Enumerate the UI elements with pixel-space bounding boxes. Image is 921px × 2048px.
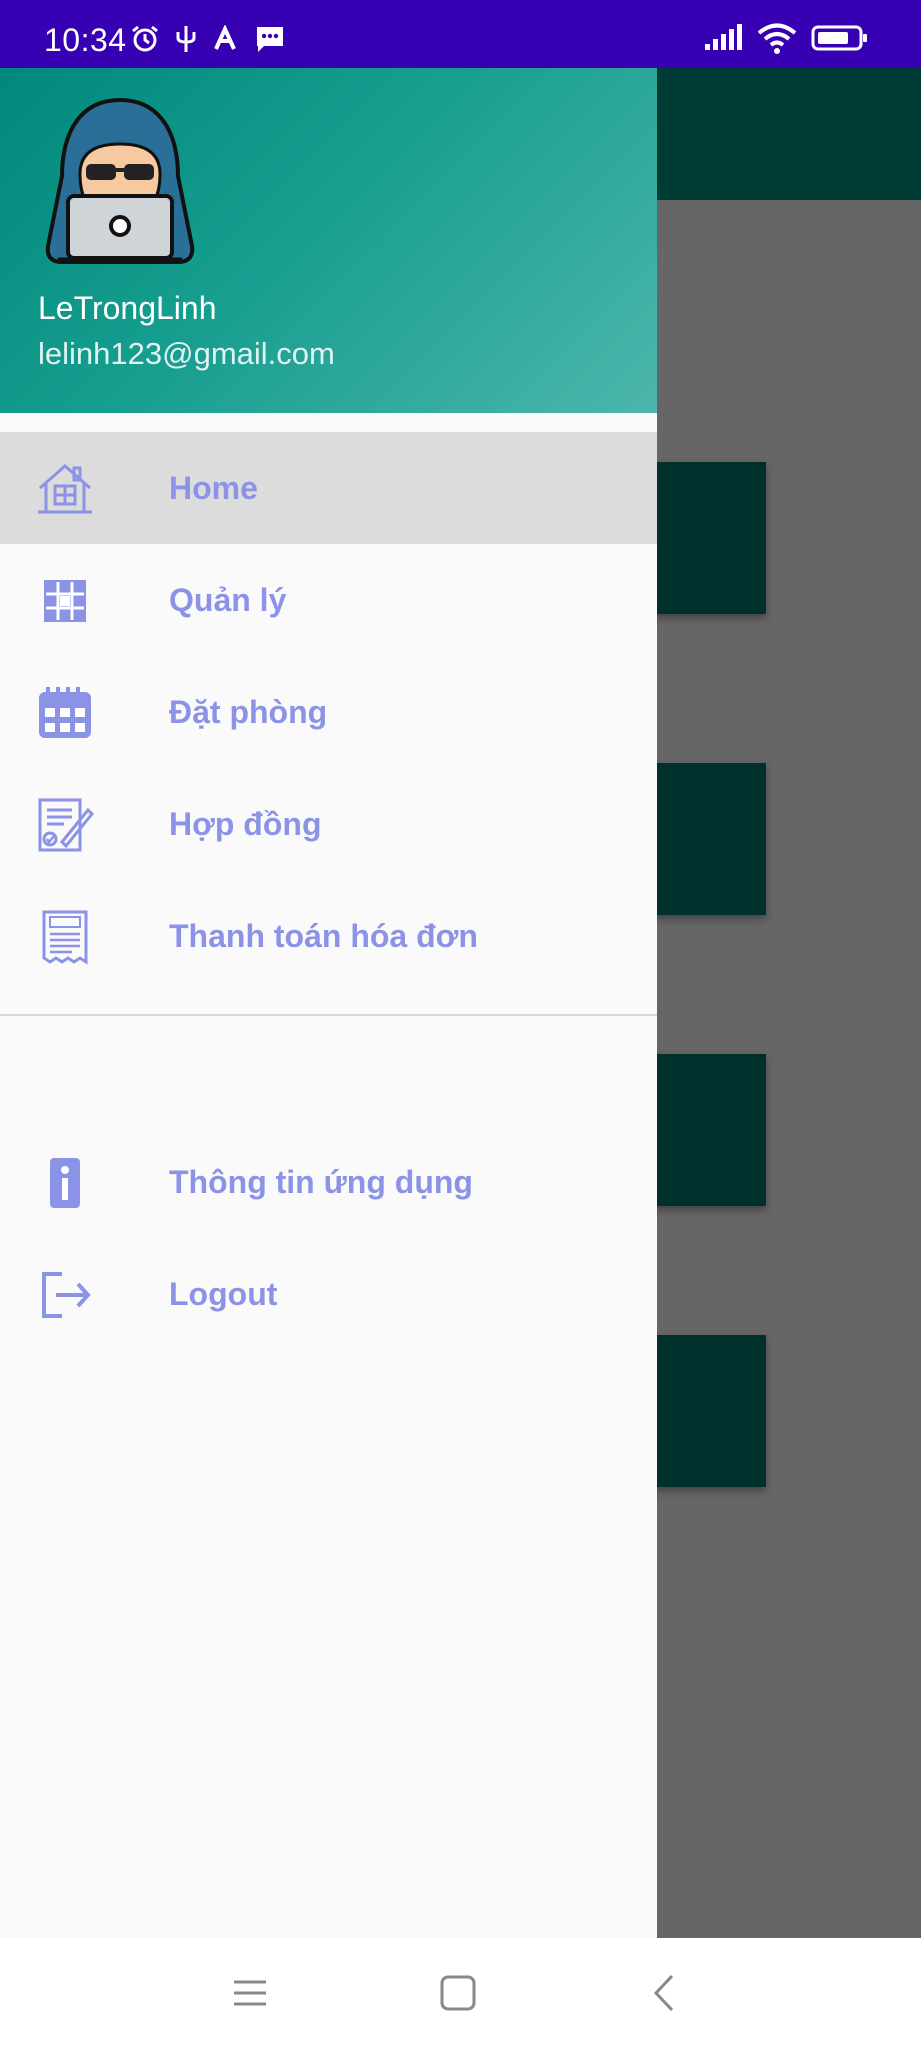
wifi-icon (757, 23, 797, 54)
menu-label: Quản lý (169, 582, 287, 618)
menu-item-app-info[interactable]: Thông tin ứng dụng (0, 1126, 657, 1238)
menu-label: Thông tin ứng dụng (169, 1164, 473, 1200)
menu-divider (0, 1014, 657, 1016)
home-icon[interactable] (428, 1966, 488, 2020)
manage-grid-icon (44, 580, 86, 622)
user-name: LeTrongLinh (38, 290, 217, 326)
menu-icon[interactable] (220, 1966, 280, 2020)
calendar-icon (39, 687, 91, 738)
menu-label: Thanh toán hóa đơn (169, 918, 478, 954)
status-bar: 10:34 (0, 0, 921, 68)
message-icon (257, 27, 283, 52)
user-email: lelinh123@gmail.com (38, 336, 335, 371)
status-icons-right (703, 22, 869, 54)
status-icons-left (130, 24, 286, 54)
battery-icon (811, 25, 867, 51)
logout-icon (42, 1272, 91, 1318)
usb-icon (176, 26, 196, 52)
hacker-avatar-icon[interactable] (38, 96, 202, 266)
menu-label: Home (169, 470, 258, 506)
menu-item-contract[interactable]: Hợp đồng (0, 768, 657, 880)
menu-item-logout[interactable]: Logout (0, 1238, 657, 1350)
menu-item-booking[interactable]: Đặt phòng (0, 656, 657, 768)
contract-icon (38, 798, 94, 852)
menu-label: Logout (169, 1276, 278, 1312)
menu-item-home[interactable]: Home (0, 432, 657, 544)
system-nav-bar (0, 1938, 921, 2048)
signal-icon (705, 24, 742, 50)
menu-label: Đặt phòng (169, 694, 328, 730)
menu-label: Hợp đồng (169, 806, 322, 842)
bill-icon (42, 910, 88, 965)
info-icon (50, 1158, 80, 1208)
navigation-drawer: LeTrongLinh lelinh123@gmail.com Home Quả… (0, 68, 657, 1938)
house-icon (38, 464, 92, 514)
back-icon[interactable] (636, 1966, 696, 2020)
menu-item-bill-payment[interactable]: Thanh toán hóa đơn (0, 880, 657, 992)
drawer-header: LeTrongLinh lelinh123@gmail.com (0, 68, 657, 413)
status-time: 10:34 (44, 22, 127, 58)
menu-item-manage[interactable]: Quản lý (0, 544, 657, 656)
alarm-icon (132, 25, 158, 52)
font-app-icon (214, 25, 236, 50)
